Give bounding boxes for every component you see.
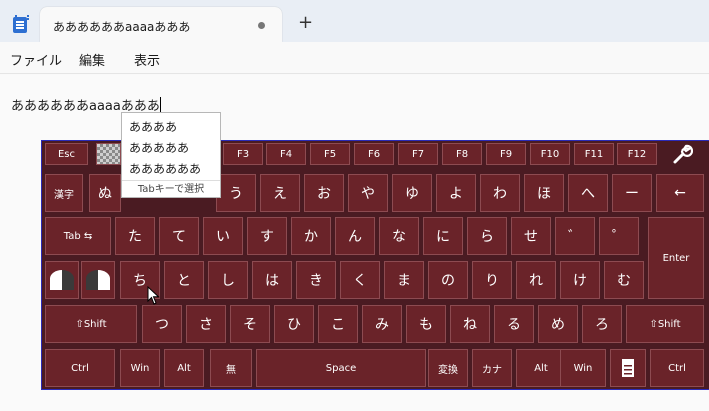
key-shi[interactable]: し (208, 261, 248, 299)
key-f7[interactable]: F7 (398, 143, 438, 165)
key-f11[interactable]: F11 (574, 143, 614, 165)
key-ha[interactable]: は (252, 261, 292, 299)
key-ke[interactable]: け (560, 261, 600, 299)
key-wa[interactable]: わ (480, 174, 520, 212)
key-su[interactable]: す (247, 217, 287, 255)
key-ra[interactable]: ら (467, 217, 507, 255)
menu-key-icon[interactable] (610, 349, 646, 387)
title-bar: ああああああaaaaあああ + (0, 0, 709, 42)
key-f12[interactable]: F12 (617, 143, 657, 165)
key-ko[interactable]: こ (318, 305, 358, 343)
pattern-key[interactable] (96, 143, 121, 165)
key-f5[interactable]: F5 (310, 143, 350, 165)
key-n[interactable]: ん (335, 217, 375, 255)
key-right-alt[interactable]: Alt (516, 349, 566, 387)
menu-file[interactable]: ファイル (10, 50, 62, 69)
key-muhenkan[interactable]: 無 (210, 349, 252, 387)
new-tab-button[interactable]: + (298, 14, 313, 32)
ime-candidate-list: ああああ あああああ ああああああ Tabキーで選択 (121, 112, 221, 198)
key-f8[interactable]: F8 (442, 143, 482, 165)
key-f9[interactable]: F9 (486, 143, 526, 165)
tab-document[interactable]: ああああああaaaaあああ (40, 7, 282, 42)
key-yo[interactable]: よ (436, 174, 476, 212)
key-o[interactable]: お (304, 174, 344, 212)
key-te[interactable]: て (159, 217, 199, 255)
key-kanji[interactable]: 漢字 (45, 174, 83, 212)
key-ku[interactable]: く (340, 261, 380, 299)
key-ki[interactable]: き (296, 261, 336, 299)
key-ne[interactable]: ね (450, 305, 490, 343)
candidate-item[interactable]: ああああ (129, 118, 177, 135)
key-ru[interactable]: る (494, 305, 534, 343)
candidate-item[interactable]: ああああああ (129, 160, 201, 177)
notepad-icon (13, 15, 29, 33)
wrench-icon[interactable] (662, 143, 702, 165)
key-right-win[interactable]: Win (560, 349, 606, 387)
key-nu[interactable]: ぬ (89, 174, 121, 212)
key-sa[interactable]: さ (186, 305, 226, 343)
key-i[interactable]: い (203, 217, 243, 255)
key-space[interactable]: Space (256, 349, 426, 387)
mouse-left-key[interactable] (45, 261, 79, 299)
mouse-pointer-icon (147, 286, 160, 305)
key-ma[interactable]: ま (384, 261, 424, 299)
menu-view[interactable]: 表示 (134, 50, 160, 69)
key-re[interactable]: れ (516, 261, 556, 299)
key-handakuten[interactable]: ゜ (599, 217, 639, 255)
key-ya[interactable]: や (348, 174, 388, 212)
candidate-item[interactable]: あああああ (129, 139, 189, 156)
menu-bar: ファイル 編集 表示 (0, 42, 709, 74)
menu-key-glyph (622, 359, 634, 377)
key-ro[interactable]: ろ (582, 305, 622, 343)
key-right-shift[interactable]: ⇧Shift (626, 305, 704, 343)
key-to[interactable]: と (164, 261, 204, 299)
key-enter[interactable]: Enter (648, 217, 704, 299)
key-he[interactable]: へ (568, 174, 608, 212)
key-na[interactable]: な (379, 217, 419, 255)
key-ka[interactable]: か (291, 217, 331, 255)
key-left-ctrl[interactable]: Ctrl (45, 349, 115, 387)
text-caret (159, 97, 161, 113)
key-mo[interactable]: も (406, 305, 446, 343)
mouse-right-icon (86, 269, 110, 290)
candidate-hint: Tabキーで選択 (122, 180, 220, 198)
tab-title: ああああああaaaaあああ (53, 20, 191, 34)
key-ni[interactable]: に (423, 217, 463, 255)
key-no[interactable]: の (428, 261, 468, 299)
key-ho[interactable]: ほ (524, 174, 564, 212)
key-right-ctrl[interactable]: Ctrl (650, 349, 704, 387)
mouse-right-key[interactable] (81, 261, 115, 299)
menu-edit[interactable]: 編集 (79, 50, 105, 69)
key-mi[interactable]: み (362, 305, 402, 343)
key-f3[interactable]: F3 (223, 143, 263, 165)
key-tsu[interactable]: つ (142, 305, 182, 343)
key-left-win[interactable]: Win (120, 349, 160, 387)
wrench-icon-svg (673, 144, 693, 164)
key-se[interactable]: せ (511, 217, 551, 255)
mouse-left-icon (50, 269, 74, 290)
key-f10[interactable]: F10 (530, 143, 570, 165)
key-ta[interactable]: た (115, 217, 155, 255)
key-kana[interactable]: カナ (472, 349, 512, 387)
key-me[interactable]: め (538, 305, 578, 343)
backspace-key[interactable]: ← (656, 174, 704, 212)
key-mu[interactable]: む (604, 261, 644, 299)
committed-text: ああああああaaaa (11, 99, 121, 114)
key-dakuten[interactable]: ゛ (555, 217, 595, 255)
unsaved-dot-icon[interactable] (258, 22, 265, 29)
key-yu[interactable]: ゆ (392, 174, 432, 212)
key-hi[interactable]: ひ (274, 305, 314, 343)
key-long-vowel[interactable]: ー (612, 174, 652, 212)
key-f6[interactable]: F6 (354, 143, 394, 165)
key-u[interactable]: う (216, 174, 256, 212)
key-e[interactable]: え (260, 174, 300, 212)
key-left-shift[interactable]: ⇧Shift (45, 305, 137, 343)
key-henkan[interactable]: 変換 (428, 349, 468, 387)
key-left-alt[interactable]: Alt (164, 349, 204, 387)
key-f4[interactable]: F4 (266, 143, 306, 165)
key-tab[interactable]: Tab ⇆ (45, 217, 111, 255)
key-esc[interactable]: Esc (45, 143, 88, 165)
key-so[interactable]: そ (230, 305, 270, 343)
key-ri[interactable]: り (472, 261, 512, 299)
